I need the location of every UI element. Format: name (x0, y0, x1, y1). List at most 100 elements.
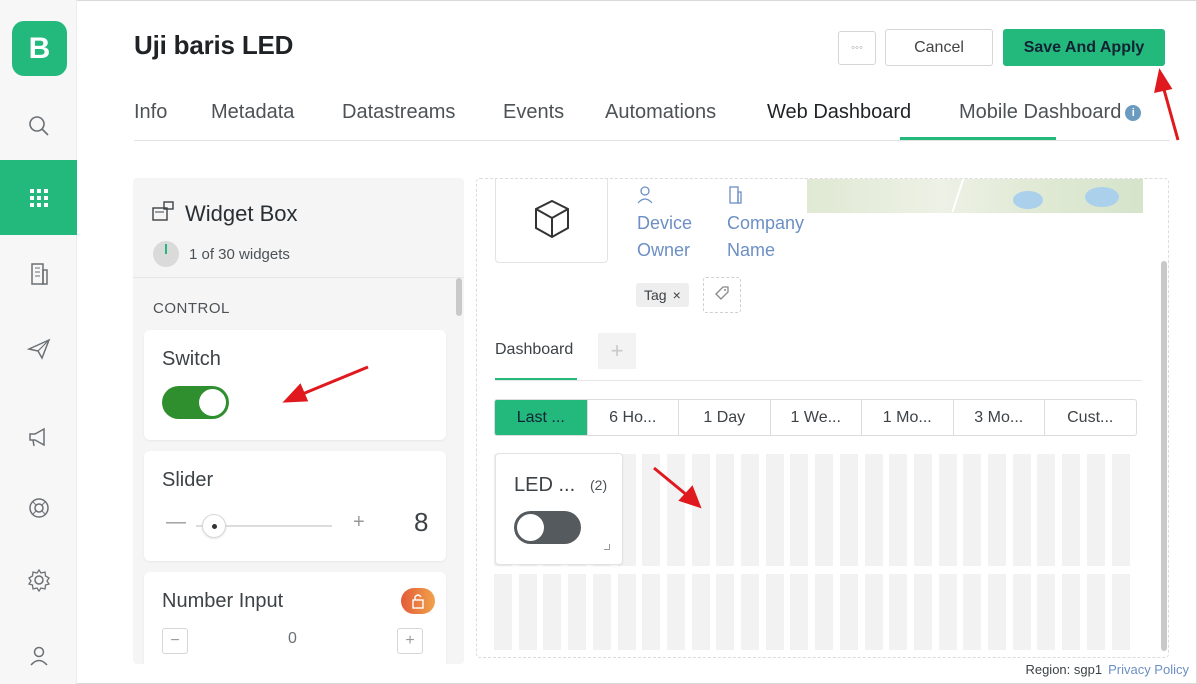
more-options-button[interactable]: ◦◦◦ (838, 31, 876, 65)
grid-cell (864, 574, 883, 650)
support-icon[interactable] (0, 488, 77, 528)
grid-cell (913, 454, 932, 566)
grid-cell (963, 454, 982, 566)
tab-events[interactable]: Events (503, 101, 564, 124)
range-last[interactable]: Last ... (495, 400, 587, 435)
led-switch-toggle[interactable] (514, 511, 581, 544)
widget-number-input[interactable]: Number Input − 0 + (144, 572, 446, 664)
tab-dashboard[interactable]: Dashboard (495, 341, 573, 359)
resize-handle-icon[interactable] (604, 544, 610, 550)
gear-icon[interactable] (0, 560, 77, 600)
grid-cell (815, 454, 834, 566)
range-custom[interactable]: Cust... (1044, 400, 1136, 435)
widget-number-input-label: Number Input (162, 590, 284, 612)
tag-remove-icon[interactable]: × (673, 287, 681, 303)
add-dashboard-tab-button[interactable]: + (598, 333, 636, 369)
save-and-apply-button[interactable]: Save And Apply (1003, 29, 1165, 66)
range-1-day[interactable]: 1 Day (678, 400, 770, 435)
search-icon[interactable] (0, 106, 77, 146)
device-owner-field[interactable]: Device Owner (637, 185, 692, 264)
range-1-week[interactable]: 1 We... (769, 400, 862, 435)
tab-datastreams[interactable]: Datastreams (342, 101, 455, 124)
lock-icon (401, 588, 435, 614)
widget-switch[interactable]: Switch (144, 330, 446, 440)
widget-count: 1 of 30 widgets (153, 241, 290, 267)
grid-cell (691, 574, 710, 650)
range-6-hours[interactable]: 6 Ho... (586, 400, 679, 435)
usage-pie-icon (153, 241, 179, 267)
grid-cell (1012, 454, 1031, 566)
grid-cell (543, 574, 562, 650)
grid-cell (839, 574, 858, 650)
led-switch-widget[interactable]: LED ... (2) (495, 453, 623, 565)
company-name-label-line1: Company (727, 213, 805, 233)
info-icon[interactable]: i (1125, 104, 1142, 121)
grid-cell (592, 574, 611, 650)
tab-web-dashboard[interactable]: Web Dashboard (767, 101, 911, 124)
range-1-month[interactable]: 1 Mo... (861, 400, 953, 435)
grid-cell (1111, 454, 1130, 566)
dashboard-scrollbar[interactable] (1161, 261, 1167, 651)
region-label: Region: sgp1 (1025, 662, 1103, 677)
tab-metadata[interactable]: Metadata (211, 101, 294, 124)
company-name-field[interactable]: Company Name (727, 185, 804, 264)
slider-value: 8 (414, 507, 429, 537)
grid-cell (494, 574, 512, 650)
cancel-button[interactable]: Cancel (885, 29, 993, 66)
user-profile-icon[interactable] (0, 636, 77, 676)
page-title: Uji baris LED (134, 30, 294, 60)
add-tag-button[interactable] (703, 277, 741, 313)
grid-cell (988, 454, 1006, 566)
tag-label: Tag (644, 287, 667, 303)
grid-cell (1111, 574, 1130, 650)
grid-cell (642, 454, 661, 566)
range-3-months[interactable]: 3 Mo... (952, 400, 1045, 435)
grid-cell (938, 454, 957, 566)
number-input-value: 0 (288, 630, 297, 647)
app-logo[interactable]: B (12, 21, 67, 76)
active-tab-indicator (900, 137, 1056, 140)
widget-box-title: Widget Box (185, 201, 298, 226)
grid-apps-icon[interactable] (0, 160, 77, 235)
footer: Region: sgp1 Privacy Policy (1025, 662, 1189, 677)
grid-cell (988, 574, 1006, 650)
grid-cell (889, 454, 908, 566)
send-icon[interactable] (0, 329, 77, 369)
company-building-icon (727, 185, 804, 212)
grid-cell (1062, 454, 1081, 566)
widget-slider[interactable]: Slider — + 8 (144, 451, 446, 561)
grid-cell (642, 574, 661, 650)
grid-cell (568, 574, 587, 650)
tab-automations[interactable]: Automations (605, 101, 716, 124)
map-road (951, 179, 965, 213)
led-widget-label: LED ... (514, 474, 576, 496)
grid-cell (716, 454, 735, 566)
tab-mobile-dashboard-label: Mobile Dashboard (959, 101, 1122, 123)
section-heading-control: CONTROL (153, 300, 230, 317)
grid-cell (1086, 574, 1105, 650)
widget-box-scrollbar[interactable] (456, 278, 462, 316)
grid-cell (889, 574, 908, 650)
megaphone-icon[interactable] (0, 417, 77, 457)
grid-cell (864, 454, 883, 566)
grid-cell (963, 574, 982, 650)
tab-info[interactable]: Info (134, 101, 167, 124)
dashboard-tabs: Dashboard + (495, 327, 1142, 381)
divider (133, 277, 464, 278)
privacy-policy-link[interactable]: Privacy Policy (1108, 662, 1189, 677)
tag-chip[interactable]: Tag × (636, 283, 689, 307)
device-image-placeholder[interactable] (495, 179, 608, 263)
location-map-thumbnail[interactable] (807, 179, 1143, 213)
slider-minus-icon: — (166, 511, 186, 533)
grid-cell (839, 454, 858, 566)
tag-icon (714, 285, 730, 306)
building-icon[interactable] (0, 254, 77, 294)
grid-cell (765, 574, 784, 650)
map-lake (1013, 191, 1043, 209)
grid-cell (666, 574, 685, 650)
grid-cell (1062, 574, 1081, 650)
tab-mobile-dashboard[interactable]: Mobile Dashboard i (959, 101, 1142, 124)
grid-cell (716, 574, 735, 650)
grid-cell (790, 454, 809, 566)
number-plus-icon: + (397, 628, 423, 654)
